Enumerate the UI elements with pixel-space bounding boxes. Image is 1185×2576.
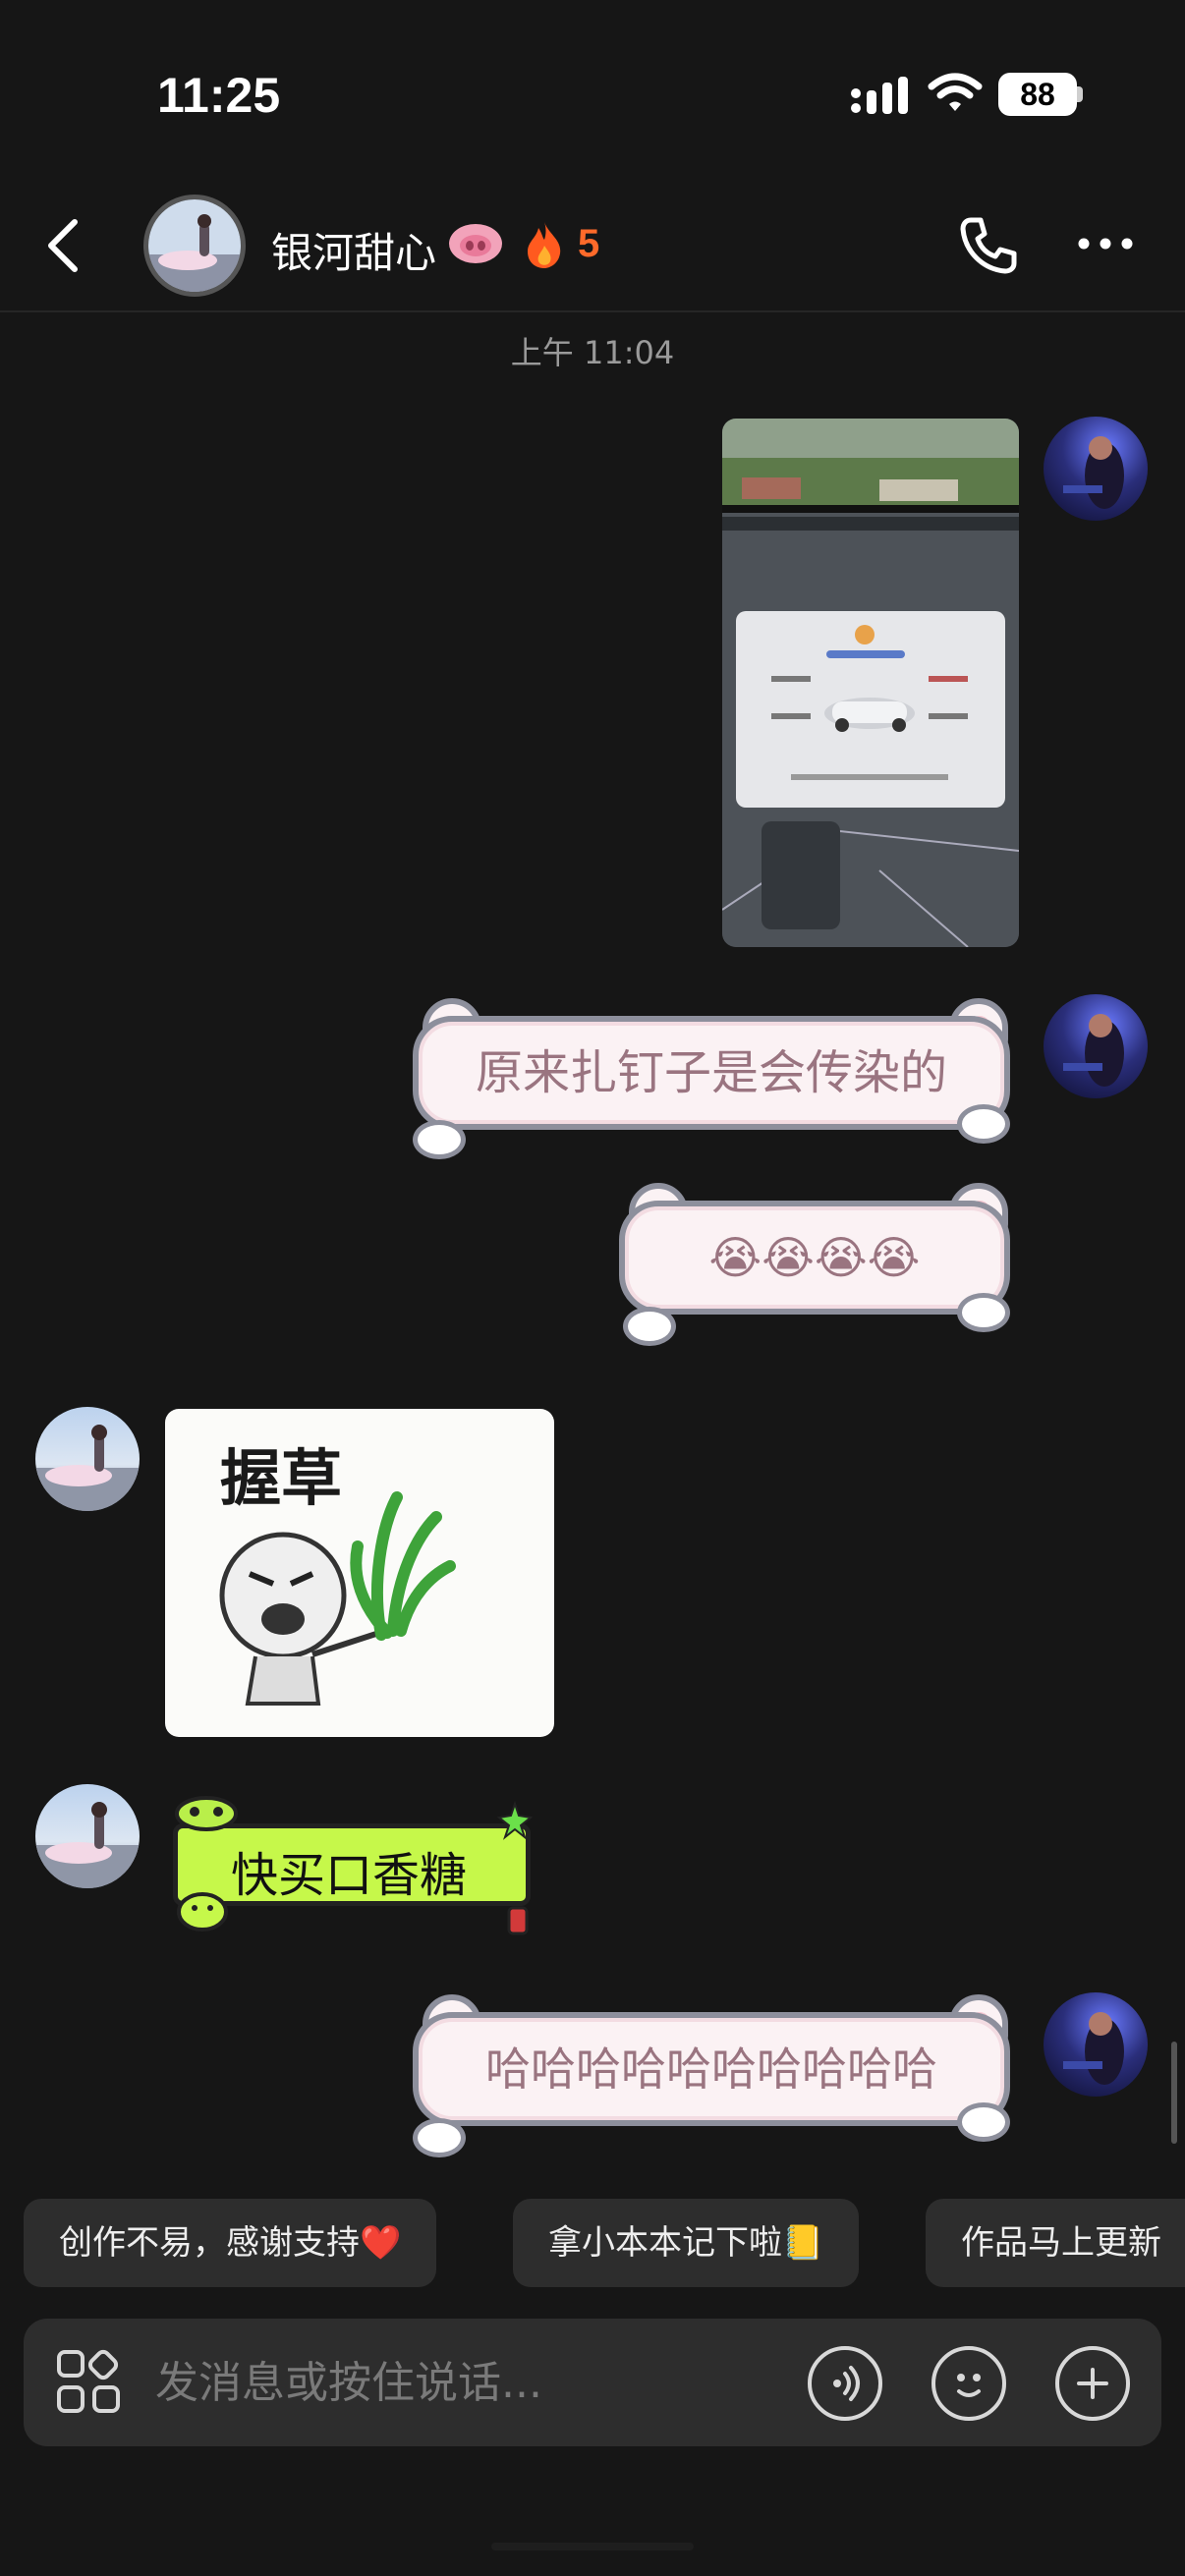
- message-input[interactable]: [155, 2350, 764, 2415]
- frog-icon: [175, 1796, 238, 1932]
- message-text: 哈哈哈哈哈哈哈哈哈哈: [485, 2043, 937, 2096]
- plus-icon: [1077, 2368, 1108, 2399]
- signal-icon: [851, 77, 908, 114]
- emoji-button[interactable]: [931, 2346, 1006, 2421]
- more-icon[interactable]: [1077, 236, 1134, 252]
- message-bubble[interactable]: 😭😭😭😭: [619, 1201, 1010, 1315]
- bubble-paw: [957, 1293, 1010, 1332]
- streak-count: 5: [578, 222, 600, 265]
- status-time: 11:25: [157, 68, 281, 123]
- message-text: 快买口香糖: [231, 1848, 468, 1903]
- scrollbar[interactable]: [1171, 2042, 1177, 2144]
- flame-icon: [528, 222, 561, 268]
- bubble-paw: [623, 1307, 676, 1346]
- suggestion-chip[interactable]: 作品马上更新: [926, 2199, 1185, 2287]
- message-text: 😭😭😭😭: [708, 1231, 921, 1284]
- my-avatar[interactable]: [1044, 417, 1148, 521]
- pig-emoji-icon: [449, 224, 502, 263]
- contact-avatar[interactable]: [35, 1407, 140, 1511]
- bubble-paw: [413, 2118, 466, 2157]
- battery-indicator: 88: [998, 73, 1077, 116]
- my-avatar[interactable]: [1044, 1992, 1148, 2097]
- back-icon[interactable]: [43, 216, 83, 275]
- sticker-message[interactable]: 握草: [165, 1409, 554, 1737]
- bubble-paw: [957, 1104, 1010, 1144]
- message-text: 原来扎钉子是会传染的: [475, 1045, 947, 1100]
- message-bubble[interactable]: 原来扎钉子是会传染的: [413, 1016, 1010, 1130]
- message-timestamp: 上午 11:04: [510, 334, 675, 371]
- message-bubble[interactable]: 哈哈哈哈哈哈哈哈哈哈: [413, 2012, 1010, 2126]
- voice-icon: [833, 2366, 860, 2401]
- contact-avatar[interactable]: [35, 1784, 140, 1888]
- contact-name[interactable]: 银河甜心: [271, 220, 436, 280]
- bubble-paw: [957, 2102, 1010, 2142]
- add-button[interactable]: [1055, 2346, 1130, 2421]
- suggestion-chip[interactable]: 创作不易，感谢支持❤️: [24, 2199, 437, 2287]
- header-divider: [0, 310, 1185, 312]
- voice-button[interactable]: [808, 2346, 882, 2421]
- apps-icon[interactable]: [55, 2348, 124, 2417]
- gum-icon: [496, 1800, 534, 1935]
- suggestion-chip[interactable]: 拿小本本记下啦📒: [513, 2199, 860, 2287]
- home-indicator: [491, 2543, 694, 2550]
- my-avatar[interactable]: [1044, 994, 1148, 1098]
- battery-tip: [1077, 86, 1083, 102]
- phone-icon[interactable]: [957, 214, 1020, 277]
- wifi-icon: [928, 73, 983, 111]
- emoji-icon: [957, 2374, 981, 2397]
- bubble-paw: [413, 1120, 466, 1159]
- contact-avatar[interactable]: [143, 195, 246, 297]
- image-message[interactable]: [722, 419, 1019, 947]
